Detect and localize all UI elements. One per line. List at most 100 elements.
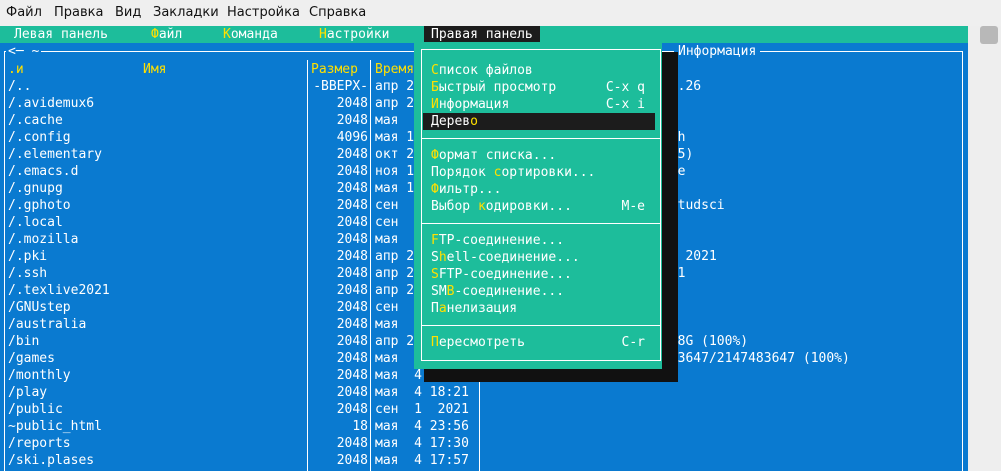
left-panel-top-border bbox=[4, 51, 460, 52]
file-name[interactable]: ~public_html bbox=[8, 418, 102, 435]
mc-menu-command[interactable]: Команда bbox=[223, 26, 278, 43]
file-size: 2048 bbox=[336, 181, 368, 196]
column-time-header[interactable]: Время bbox=[375, 61, 414, 78]
dropdown-item[interactable]: Панелизация bbox=[423, 300, 655, 317]
shortcut-label: C-r bbox=[621, 335, 645, 350]
right-panel-right-border bbox=[962, 51, 963, 471]
file-time: апр 2 bbox=[375, 79, 415, 94]
dropdown-item[interactable]: Быстрый просмотр C-x q bbox=[423, 79, 655, 96]
col-separator-2 bbox=[370, 60, 371, 471]
file-size: 2048 bbox=[336, 164, 368, 179]
menu-separator bbox=[422, 325, 660, 326]
file-size: 2048 bbox=[336, 215, 368, 230]
scrollbar-thumb[interactable] bbox=[980, 26, 998, 44]
file-time: мая bbox=[375, 351, 399, 366]
file-name[interactable]: /.. bbox=[8, 78, 31, 95]
file-name[interactable]: /.emacs.d bbox=[8, 163, 78, 180]
file-size: 2048 bbox=[336, 317, 368, 332]
file-time: мая 4 23:56 bbox=[375, 419, 469, 434]
file-name[interactable]: /.local bbox=[8, 214, 63, 231]
dropdown-item[interactable]: Формат списка... bbox=[423, 147, 655, 164]
right-panel-title: Информация bbox=[674, 43, 761, 60]
file-name[interactable]: /.texlive2021 bbox=[8, 282, 110, 299]
terminal-area[interactable]: Левая панель Файл Команда Настройки Прав… bbox=[0, 26, 968, 471]
menu-separator bbox=[422, 223, 660, 224]
file-size: 2048 bbox=[336, 402, 368, 417]
dropdown-item[interactable]: SFTP-соединение... bbox=[423, 266, 655, 283]
terminal-scrollbar[interactable] bbox=[968, 26, 1001, 471]
file-size: 2048 bbox=[336, 283, 368, 298]
file-name[interactable]: /play bbox=[8, 384, 47, 401]
file-size: 18 bbox=[352, 419, 368, 434]
file-time: ноя 1 bbox=[375, 164, 415, 179]
file-time: апр 2 bbox=[375, 266, 415, 281]
shortcut-label: M-e bbox=[621, 199, 645, 214]
file-name[interactable]: /.config bbox=[8, 129, 71, 146]
dropdown-frame: Список файлов Быстрый просмотр C-x q Информ… bbox=[421, 49, 661, 361]
menu-edit[interactable]: Правка bbox=[54, 5, 103, 20]
file-name[interactable]: /reports bbox=[8, 435, 71, 452]
mc-menu-right-panel[interactable]: Правая панель bbox=[424, 26, 540, 43]
dropdown-item[interactable]: FTP-соединение... bbox=[423, 232, 655, 249]
file-size: 2048 bbox=[336, 113, 368, 128]
dropdown-item[interactable]: Пересмотреть C-r bbox=[423, 334, 655, 351]
sort-indicator[interactable]: .и bbox=[8, 61, 24, 78]
file-time: мая 4 17:30 bbox=[375, 436, 469, 451]
file-name[interactable]: /.elementary bbox=[8, 146, 102, 163]
dropdown-item[interactable]: Shell-соединение... bbox=[423, 249, 655, 266]
left-panel-path: <─ ~ bbox=[6, 43, 42, 60]
file-time: сен 1 2021 bbox=[375, 402, 469, 417]
file-time: сен bbox=[375, 215, 399, 230]
file-name[interactable]: /.avidemux6 bbox=[8, 95, 94, 112]
file-name[interactable]: /games bbox=[8, 350, 55, 367]
file-name[interactable]: /monthly bbox=[8, 367, 71, 384]
file-name[interactable]: /ski.plases bbox=[8, 452, 94, 469]
file-name[interactable]: /.mozilla bbox=[8, 231, 78, 248]
dropdown-item[interactable]: Фильтр... bbox=[423, 181, 655, 198]
file-time: мая bbox=[375, 232, 399, 247]
file-size: 2048 bbox=[336, 368, 368, 383]
dropdown-item[interactable]: Список файлов bbox=[423, 62, 655, 79]
dropdown-item[interactable]: Порядок сортировки... bbox=[423, 164, 655, 181]
menu-separator bbox=[422, 138, 660, 139]
mc-menubar: Левая панель Файл Команда Настройки Прав… bbox=[0, 26, 968, 43]
dropdown-item[interactable]: Дерево bbox=[423, 113, 655, 130]
column-size-header[interactable]: Размер bbox=[311, 61, 358, 78]
menu-bookmarks[interactable]: Закладки bbox=[153, 5, 219, 20]
menu-help[interactable]: Справка bbox=[309, 5, 366, 20]
file-time: окт 2 bbox=[375, 147, 415, 162]
file-time: мая 4 17:57 bbox=[375, 453, 469, 468]
file-name[interactable]: /australia bbox=[8, 316, 86, 333]
file-size: 2048 bbox=[336, 300, 368, 315]
file-name[interactable]: /.cache bbox=[8, 112, 63, 129]
file-name[interactable]: /bin bbox=[8, 333, 39, 350]
file-size: 2048 bbox=[336, 266, 368, 281]
mc-menu-options[interactable]: Настройки bbox=[319, 26, 389, 43]
menu-settings[interactable]: Настройка bbox=[227, 5, 300, 20]
mc-menu-file[interactable]: Файл bbox=[151, 26, 182, 43]
dropdown-item[interactable]: Выбор кодировки... M-e bbox=[423, 198, 655, 215]
file-name[interactable]: /.gphoto bbox=[8, 197, 71, 214]
menu-view[interactable]: Вид bbox=[115, 5, 141, 20]
menu-file[interactable]: Файл bbox=[6, 5, 42, 20]
file-name[interactable]: /.ssh bbox=[8, 265, 47, 282]
file-size: 2048 bbox=[336, 96, 368, 111]
file-name[interactable]: /public bbox=[8, 401, 63, 418]
column-name-header[interactable]: Имя bbox=[143, 61, 166, 78]
file-name[interactable]: /GNUstep bbox=[8, 299, 71, 316]
mc-menu-left-panel[interactable]: Левая панель bbox=[14, 26, 108, 43]
file-size: 2048 bbox=[336, 436, 368, 451]
file-size: 2048 bbox=[336, 232, 368, 247]
file-time: апр 2 bbox=[375, 334, 415, 349]
file-name[interactable]: /.gnupg bbox=[8, 180, 63, 197]
info-line: 483647/2147483647 (100%) bbox=[662, 351, 850, 366]
file-size: -ВВЕРХ- bbox=[313, 79, 368, 94]
dropdown-item[interactable]: Информация C-x i bbox=[423, 96, 655, 113]
file-time: апр 2 bbox=[375, 283, 415, 298]
file-size: 2048 bbox=[336, 334, 368, 349]
file-size: 2048 bbox=[336, 453, 368, 468]
file-name[interactable]: /.pki bbox=[8, 248, 47, 265]
dropdown-item[interactable]: SMB-соединение... bbox=[423, 283, 655, 300]
file-time: сен bbox=[375, 198, 399, 213]
window-menubar: Файл Правка Вид Закладки Настройка Справ… bbox=[0, 0, 1001, 27]
